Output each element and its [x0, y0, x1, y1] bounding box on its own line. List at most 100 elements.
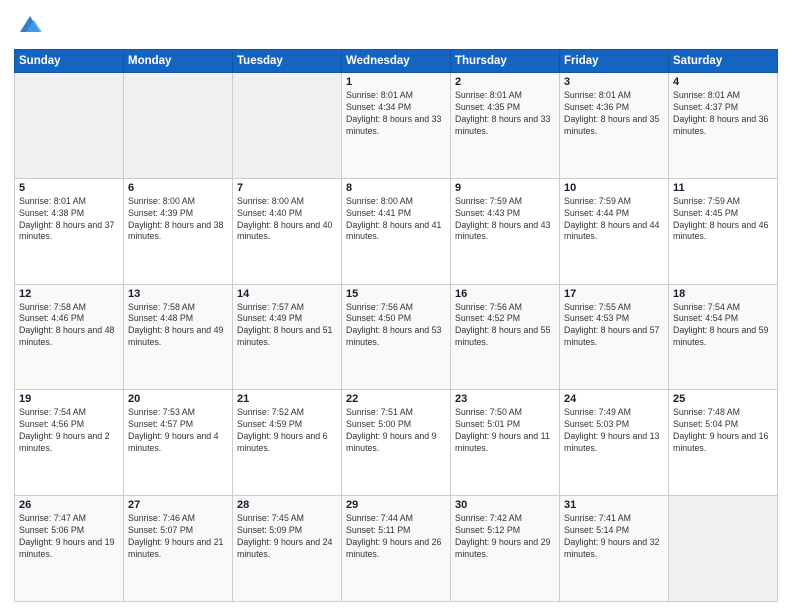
day-number: 6 — [128, 182, 228, 194]
weekday-header-tuesday: Tuesday — [233, 50, 342, 73]
calendar-cell — [124, 73, 233, 179]
day-info: Sunrise: 7:52 AM Sunset: 4:59 PM Dayligh… — [237, 407, 337, 455]
calendar-cell — [233, 73, 342, 179]
calendar-cell: 29 Sunrise: 7:44 AM Sunset: 5:11 PM Dayli… — [342, 496, 451, 602]
day-info: Sunrise: 7:47 AM Sunset: 5:06 PM Dayligh… — [19, 513, 119, 561]
calendar-cell: 20 Sunrise: 7:53 AM Sunset: 4:57 PM Dayli… — [124, 390, 233, 496]
day-info: Sunrise: 7:55 AM Sunset: 4:53 PM Dayligh… — [564, 302, 664, 350]
calendar-cell — [15, 73, 124, 179]
week-row-3: 12 Sunrise: 7:58 AM Sunset: 4:46 PM Dayli… — [15, 284, 778, 390]
calendar-cell: 28Sunrise: 7:45 AM Sunset: 5:09 PM Dayli… — [233, 496, 342, 602]
day-info: Sunrise: 8:00 AM Sunset: 4:39 PM Dayligh… — [128, 196, 228, 244]
day-number: 3 — [564, 76, 664, 88]
day-info: Sunrise: 7:45 AM Sunset: 5:09 PM Dayligh… — [237, 513, 337, 561]
day-number: 26 — [19, 499, 119, 511]
calendar-table: SundayMondayTuesdayWednesdayThursdayFrid… — [14, 49, 778, 602]
day-info: Sunrise: 7:59 AM Sunset: 4:44 PM Dayligh… — [564, 196, 664, 244]
calendar-cell: 17 Sunrise: 7:55 AM Sunset: 4:53 PM Dayli… — [560, 284, 669, 390]
calendar-cell: 14 Sunrise: 7:57 AM Sunset: 4:49 PM Dayli… — [233, 284, 342, 390]
logo-icon — [16, 10, 44, 38]
calendar-cell: 2 Sunrise: 8:01 AM Sunset: 4:35 PM Daylig… — [451, 73, 560, 179]
logo — [14, 10, 44, 43]
calendar-cell: 3Sunrise: 8:01 AM Sunset: 4:36 PM Daylig… — [560, 73, 669, 179]
calendar-cell: 6 Sunrise: 8:00 AM Sunset: 4:39 PM Daylig… — [124, 178, 233, 284]
day-number: 7 — [237, 182, 337, 194]
calendar-cell: 27 Sunrise: 7:46 AM Sunset: 5:07 PM Dayli… — [124, 496, 233, 602]
calendar-cell — [669, 496, 778, 602]
day-info: Sunrise: 7:57 AM Sunset: 4:49 PM Dayligh… — [237, 302, 337, 350]
calendar-cell: 10 Sunrise: 7:59 AM Sunset: 4:44 PM Dayli… — [560, 178, 669, 284]
day-number: 24 — [564, 393, 664, 405]
day-number: 25 — [673, 393, 773, 405]
day-number: 16 — [455, 288, 555, 300]
day-number: 29 — [346, 499, 446, 511]
day-info: Sunrise: 8:00 AM Sunset: 4:41 PM Dayligh… — [346, 196, 446, 244]
calendar-cell: 15 Sunrise: 7:56 AM Sunset: 4:50 PM Dayli… — [342, 284, 451, 390]
day-info: Sunrise: 7:48 AM Sunset: 5:04 PM Dayligh… — [673, 407, 773, 455]
calendar-cell: 7Sunrise: 8:00 AM Sunset: 4:40 PM Daylig… — [233, 178, 342, 284]
calendar-cell: 11 Sunrise: 7:59 AM Sunset: 4:45 PM Dayli… — [669, 178, 778, 284]
week-row-2: 5Sunrise: 8:01 AM Sunset: 4:38 PM Daylig… — [15, 178, 778, 284]
day-info: Sunrise: 7:50 AM Sunset: 5:01 PM Dayligh… — [455, 407, 555, 455]
calendar-cell: 8 Sunrise: 8:00 AM Sunset: 4:41 PM Daylig… — [342, 178, 451, 284]
day-number: 31 — [564, 499, 664, 511]
calendar-cell: 26 Sunrise: 7:47 AM Sunset: 5:06 PM Dayli… — [15, 496, 124, 602]
calendar-cell: 1 Sunrise: 8:01 AM Sunset: 4:34 PM Daylig… — [342, 73, 451, 179]
day-number: 27 — [128, 499, 228, 511]
day-info: Sunrise: 7:42 AM Sunset: 5:12 PM Dayligh… — [455, 513, 555, 561]
day-number: 20 — [128, 393, 228, 405]
day-number: 15 — [346, 288, 446, 300]
weekday-header-thursday: Thursday — [451, 50, 560, 73]
day-number: 2 — [455, 76, 555, 88]
day-info: Sunrise: 7:53 AM Sunset: 4:57 PM Dayligh… — [128, 407, 228, 455]
day-number: 30 — [455, 499, 555, 511]
weekday-header-friday: Friday — [560, 50, 669, 73]
weekday-header-monday: Monday — [124, 50, 233, 73]
day-number: 11 — [673, 182, 773, 194]
week-row-1: 1 Sunrise: 8:01 AM Sunset: 4:34 PM Daylig… — [15, 73, 778, 179]
calendar-cell: 25 Sunrise: 7:48 AM Sunset: 5:04 PM Dayli… — [669, 390, 778, 496]
day-number: 14 — [237, 288, 337, 300]
weekday-header-saturday: Saturday — [669, 50, 778, 73]
day-number: 10 — [564, 182, 664, 194]
day-number: 4 — [673, 76, 773, 88]
day-info: Sunrise: 7:51 AM Sunset: 5:00 PM Dayligh… — [346, 407, 446, 455]
day-info: Sunrise: 8:01 AM Sunset: 4:37 PM Dayligh… — [673, 90, 773, 138]
calendar-cell: 24 Sunrise: 7:49 AM Sunset: 5:03 PM Dayli… — [560, 390, 669, 496]
calendar-cell: 13Sunrise: 7:58 AM Sunset: 4:48 PM Dayli… — [124, 284, 233, 390]
day-info: Sunrise: 7:54 AM Sunset: 4:56 PM Dayligh… — [19, 407, 119, 455]
calendar-cell: 5Sunrise: 8:01 AM Sunset: 4:38 PM Daylig… — [15, 178, 124, 284]
weekday-header-wednesday: Wednesday — [342, 50, 451, 73]
weekday-header-row: SundayMondayTuesdayWednesdayThursdayFrid… — [15, 50, 778, 73]
day-info: Sunrise: 7:58 AM Sunset: 4:46 PM Dayligh… — [19, 302, 119, 350]
day-number: 17 — [564, 288, 664, 300]
day-number: 1 — [346, 76, 446, 88]
calendar-cell: 19 Sunrise: 7:54 AM Sunset: 4:56 PM Dayli… — [15, 390, 124, 496]
day-info: Sunrise: 7:46 AM Sunset: 5:07 PM Dayligh… — [128, 513, 228, 561]
day-number: 8 — [346, 182, 446, 194]
day-number: 9 — [455, 182, 555, 194]
day-number: 19 — [19, 393, 119, 405]
day-info: Sunrise: 7:44 AM Sunset: 5:11 PM Dayligh… — [346, 513, 446, 561]
weekday-header-sunday: Sunday — [15, 50, 124, 73]
day-info: Sunrise: 7:49 AM Sunset: 5:03 PM Dayligh… — [564, 407, 664, 455]
calendar-cell: 4 Sunrise: 8:01 AM Sunset: 4:37 PM Daylig… — [669, 73, 778, 179]
week-row-4: 19 Sunrise: 7:54 AM Sunset: 4:56 PM Dayli… — [15, 390, 778, 496]
day-info: Sunrise: 7:41 AM Sunset: 5:14 PM Dayligh… — [564, 513, 664, 561]
day-info: Sunrise: 8:01 AM Sunset: 4:35 PM Dayligh… — [455, 90, 555, 138]
calendar-page: SundayMondayTuesdayWednesdayThursdayFrid… — [0, 0, 792, 612]
calendar-cell: 31 Sunrise: 7:41 AM Sunset: 5:14 PM Dayli… — [560, 496, 669, 602]
day-number: 21 — [237, 393, 337, 405]
day-number: 18 — [673, 288, 773, 300]
calendar-cell: 21 Sunrise: 7:52 AM Sunset: 4:59 PM Dayli… — [233, 390, 342, 496]
day-info: Sunrise: 7:59 AM Sunset: 4:45 PM Dayligh… — [673, 196, 773, 244]
day-info: Sunrise: 7:56 AM Sunset: 4:50 PM Dayligh… — [346, 302, 446, 350]
day-number: 22 — [346, 393, 446, 405]
day-info: Sunrise: 8:01 AM Sunset: 4:38 PM Dayligh… — [19, 196, 119, 244]
day-info: Sunrise: 7:54 AM Sunset: 4:54 PM Dayligh… — [673, 302, 773, 350]
day-info: Sunrise: 8:01 AM Sunset: 4:34 PM Dayligh… — [346, 90, 446, 138]
day-number: 13 — [128, 288, 228, 300]
calendar-cell: 12 Sunrise: 7:58 AM Sunset: 4:46 PM Dayli… — [15, 284, 124, 390]
calendar-cell: 18 Sunrise: 7:54 AM Sunset: 4:54 PM Dayli… — [669, 284, 778, 390]
day-number: 12 — [19, 288, 119, 300]
